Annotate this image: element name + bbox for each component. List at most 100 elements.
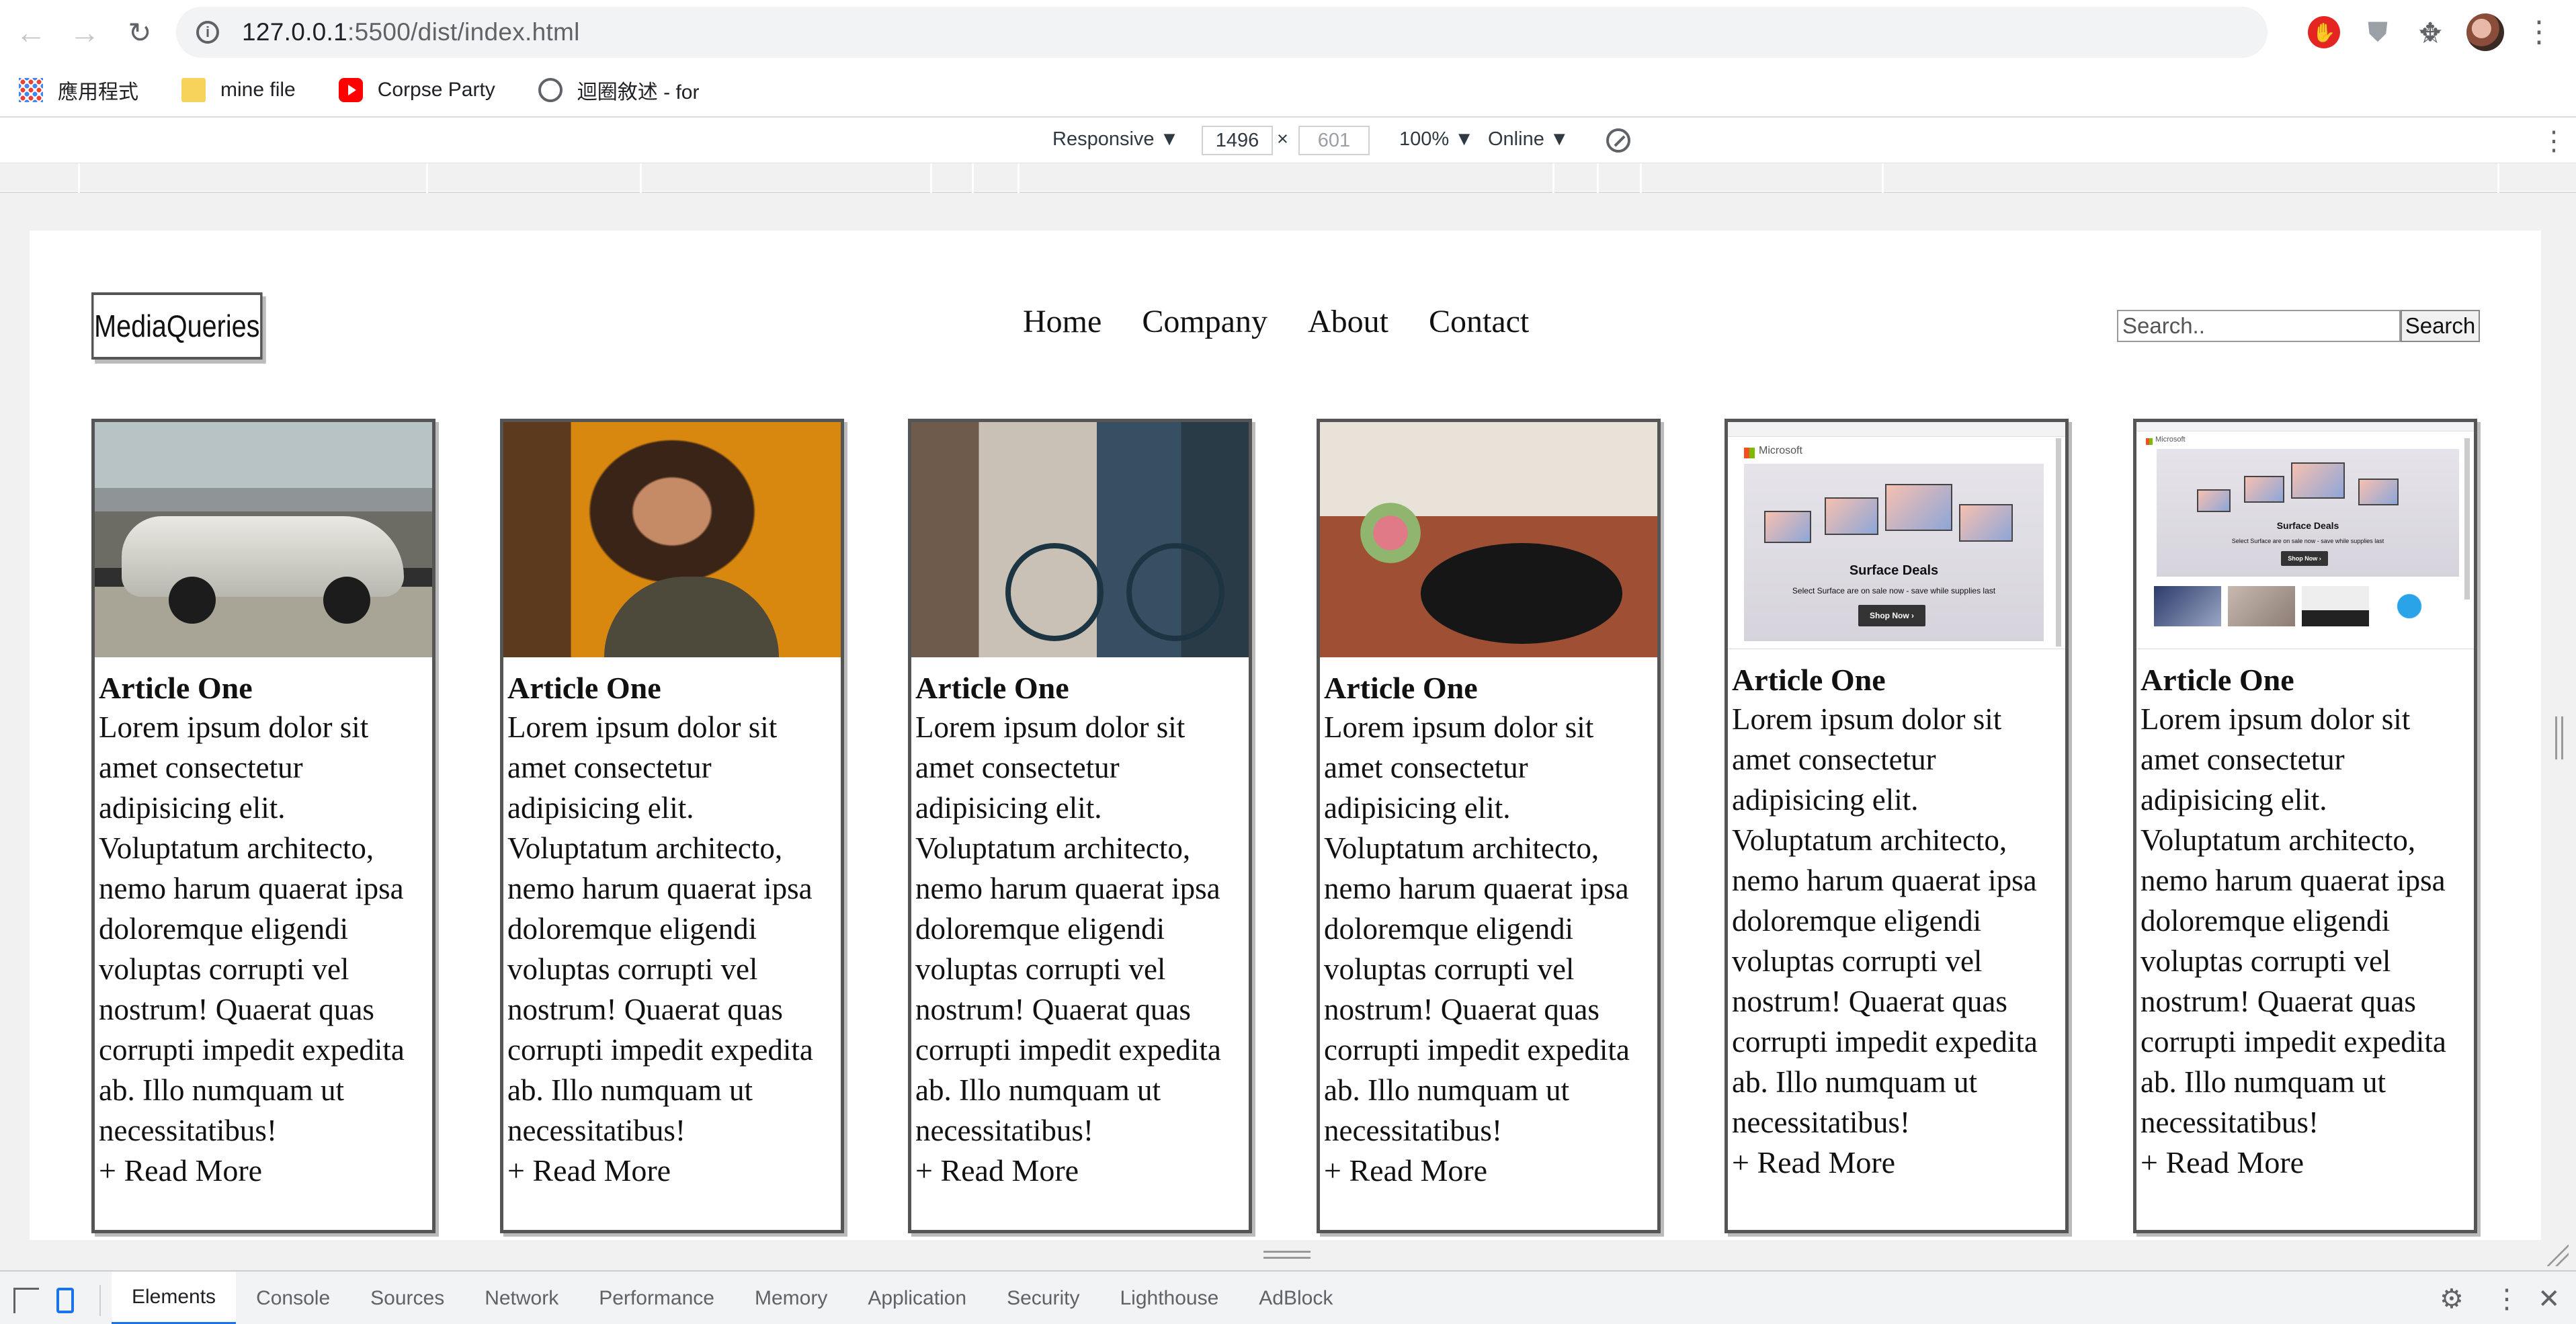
tab-lighthouse[interactable]: Lighthouse <box>1099 1272 1239 1324</box>
ruler-tick <box>1597 163 1599 193</box>
forward-arrow-icon[interactable]: → <box>66 13 103 51</box>
nav-home[interactable]: Home <box>1023 303 1102 340</box>
screenshot-shop-button: Shop Now › <box>1858 605 1925 626</box>
tab-memory[interactable]: Memory <box>735 1272 847 1324</box>
devtools-tabs: Elements Console Sources Network Perform… <box>112 1272 1353 1324</box>
inspect-element-icon[interactable] <box>13 1288 39 1313</box>
viewport-corner-resize-handle[interactable] <box>2547 1245 2569 1266</box>
ruler-tick <box>78 163 80 193</box>
screenshot-tiles <box>2154 586 2450 626</box>
article-title: Article One <box>507 671 661 705</box>
tab-console[interactable]: Console <box>236 1272 350 1324</box>
shield-extension-icon[interactable]: ⛊ <box>2362 16 2394 48</box>
ruler-tick <box>2497 163 2499 193</box>
bookmark-mine-file[interactable]: mine file <box>181 78 296 102</box>
read-more-link[interactable]: + Read More <box>2136 1143 2474 1183</box>
tab-network[interactable]: Network <box>464 1272 579 1324</box>
rotate-icon[interactable] <box>1606 128 1630 153</box>
article-body: Lorem ipsum dolor sit amet consectetur a… <box>99 710 405 1147</box>
bookmark-corpse-party[interactable]: Corpse Party <box>338 78 495 102</box>
record-player-photo <box>1320 422 1657 657</box>
read-more-link[interactable]: + Read More <box>95 1151 432 1191</box>
youtube-icon <box>338 78 363 102</box>
viewport-resize-bar <box>0 1240 2576 1270</box>
device-toolbar-toggle-icon[interactable] <box>56 1288 74 1313</box>
screenshot-deal-title: Surface Deals <box>1849 563 1939 578</box>
device-toolbar: Responsive ▼ 1496 × 601 100% ▼ Online ▼ … <box>0 118 2576 163</box>
screenshot-brand: Microsoft <box>2155 436 2186 444</box>
screenshot-scrollbar <box>2056 438 2061 647</box>
dimension-separator: × <box>1277 128 1288 150</box>
back-arrow-icon[interactable]: ← <box>12 13 50 51</box>
microsoft-site-screenshot: Microsoft Surface Deals Select Surface a… <box>2136 422 2474 649</box>
tab-performance[interactable]: Performance <box>579 1272 735 1324</box>
article-card: Article One Lorem ipsum dolor sit amet c… <box>908 419 1252 1233</box>
close-icon[interactable]: ✕ <box>2538 1284 2561 1315</box>
read-more-link[interactable]: + Read More <box>1320 1151 1657 1191</box>
device-toolbar-more-icon[interactable]: ⋮ <box>2540 126 2567 157</box>
site-logo[interactable]: MediaQueries <box>91 292 263 360</box>
tab-elements[interactable]: Elements <box>112 1272 237 1324</box>
screenshot-shop-button: Shop Now › <box>2281 551 2328 566</box>
search-input[interactable] <box>2117 310 2401 342</box>
woman-portrait-photo <box>503 422 841 657</box>
bookmark-label: 迴圈敘述 - for <box>577 81 700 104</box>
extensions-puzzle-icon[interactable]: ✥ <box>2414 16 2446 48</box>
read-more-link[interactable]: + Read More <box>503 1151 841 1191</box>
article-card: Article One Lorem ipsum dolor sit amet c… <box>1317 419 1661 1233</box>
zoom-select[interactable]: 100% ▼ <box>1399 128 1474 151</box>
viewport-height-resize-handle[interactable] <box>1263 1251 1311 1259</box>
article-title: Article One <box>2141 663 2294 697</box>
tab-security[interactable]: Security <box>987 1272 1099 1324</box>
nav-contact[interactable]: Contact <box>1429 303 1529 340</box>
viewport-height-input[interactable]: 601 <box>1298 126 1370 155</box>
apps-icon <box>19 78 43 102</box>
tab-adblock[interactable]: AdBlock <box>1239 1272 1353 1324</box>
read-more-link[interactable]: + Read More <box>1728 1143 2065 1183</box>
browser-toolbar: ← → ↻ i 127.0.0.1:5500/dist/index.html ☆… <box>0 0 2576 64</box>
nav-company[interactable]: Company <box>1142 303 1268 340</box>
read-more-link[interactable]: + Read More <box>911 1151 1249 1191</box>
media-query-ruler[interactable] <box>0 163 2576 193</box>
article-title: Article One <box>915 671 1069 705</box>
adblock-extension-icon[interactable]: ✋ <box>2308 16 2340 48</box>
device-mode-select[interactable]: Responsive ▼ <box>1052 128 1179 151</box>
bookmark-label: Corpse Party <box>377 79 495 101</box>
site-info-icon[interactable]: i <box>196 21 219 44</box>
bookmark-label: 應用程式 <box>58 81 138 104</box>
article-body: Lorem ipsum dolor sit amet consectetur a… <box>2141 702 2446 1139</box>
bookmarks-bar: 應用程式 mine file Corpse Party 迴圈敘述 - for <box>0 64 2576 118</box>
article-card: Microsoft Surface Deals Select Surface a… <box>2133 419 2477 1233</box>
search-button[interactable]: Search <box>2401 310 2480 342</box>
microsoft-logo-icon <box>2146 438 2153 445</box>
article-body: Lorem ipsum dolor sit amet consectetur a… <box>915 710 1221 1147</box>
bookmark-loop-for[interactable]: 迴圈敘述 - for <box>538 75 700 105</box>
article-title: Article One <box>99 671 253 705</box>
address-bar[interactable]: i 127.0.0.1:5500/dist/index.html ☆ <box>176 7 2444 58</box>
tab-sources[interactable]: Sources <box>350 1272 464 1324</box>
screenshot-deal-title: Surface Deals <box>2276 520 2339 531</box>
article-card: Article One Lorem ipsum dolor sit amet c… <box>91 419 435 1233</box>
screenshot-deal-subtitle: Select Surface are on sale now - save wh… <box>2231 538 2384 544</box>
screenshot-hero: Surface Deals Select Surface are on sale… <box>1744 464 2044 641</box>
ruler-tick <box>1640 163 1642 193</box>
url-text[interactable]: 127.0.0.1:5500/dist/index.html <box>242 18 580 46</box>
viewport-width-resize-handle[interactable] <box>2555 716 2563 759</box>
reload-icon[interactable]: ↻ <box>121 13 159 51</box>
network-throttle-select[interactable]: Online ▼ <box>1488 128 1569 151</box>
viewport-width-input[interactable]: 1496 <box>1202 126 1273 155</box>
bookmark-apps[interactable]: 應用程式 <box>19 75 138 105</box>
globe-icon <box>538 78 563 102</box>
nav-about[interactable]: About <box>1308 303 1388 340</box>
article-card: Microsoft Surface Deals Select Surface a… <box>1725 419 2069 1233</box>
article-title: Article One <box>1732 663 1886 697</box>
devtools-more-icon[interactable]: ⋮ <box>2493 1284 2520 1315</box>
folder-icon <box>181 78 206 102</box>
ruler-tick <box>426 163 428 193</box>
ruler-tick <box>1552 163 1554 193</box>
profile-avatar[interactable] <box>2466 13 2504 51</box>
chrome-menu-icon[interactable]: ⋮ <box>2524 15 2554 49</box>
gear-icon[interactable]: ⚙ <box>2440 1284 2464 1315</box>
article-title: Article One <box>1324 671 1478 705</box>
tab-application[interactable]: Application <box>847 1272 987 1324</box>
